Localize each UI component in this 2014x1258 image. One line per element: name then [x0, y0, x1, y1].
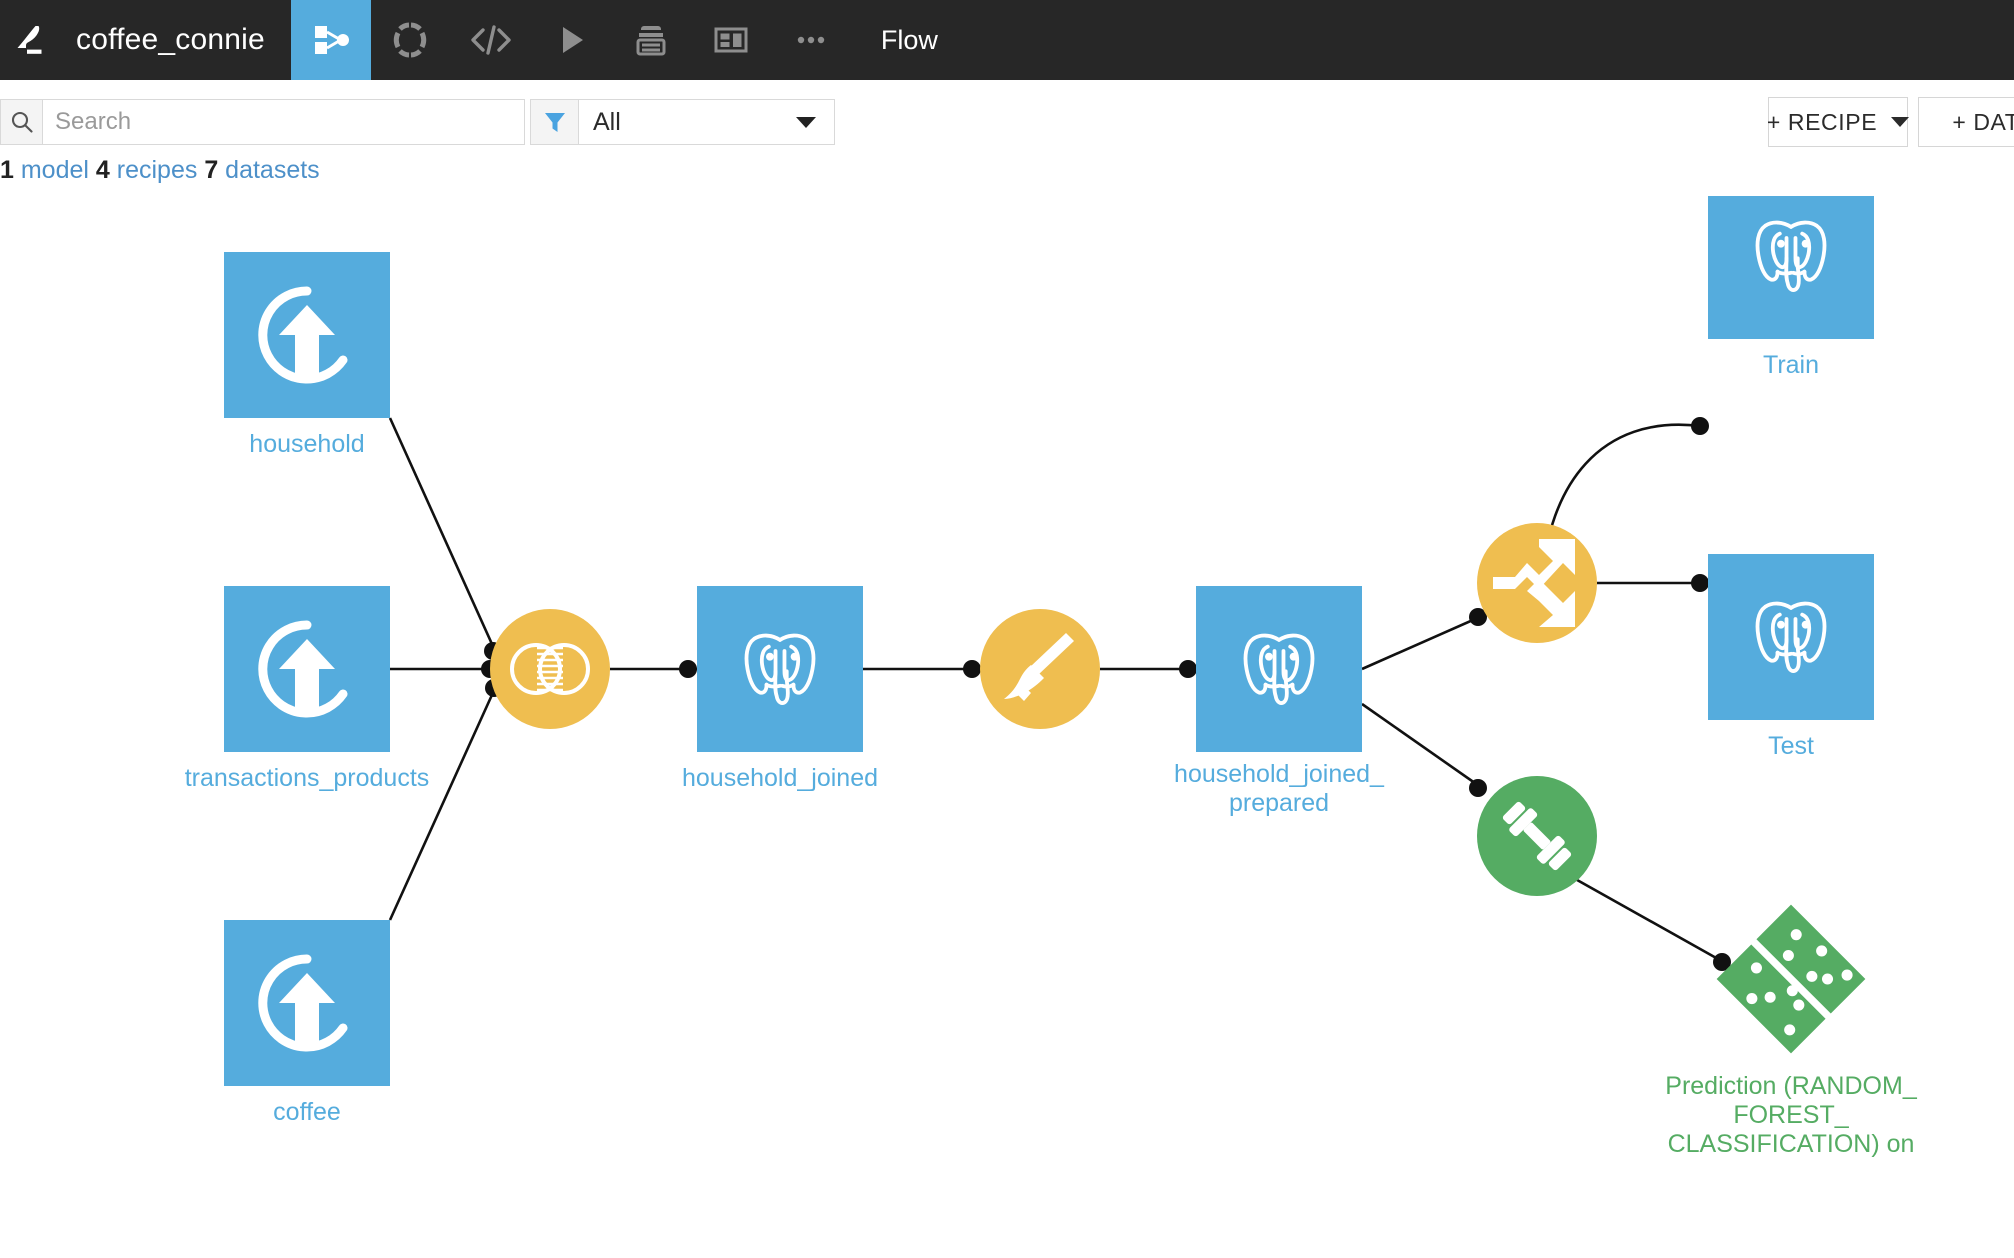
recipe-count: 4 — [95, 156, 110, 184]
recipe-circle[interactable] — [490, 609, 610, 729]
model-count: 1 — [0, 156, 14, 184]
flow-node-join-recipe[interactable] — [490, 609, 610, 729]
dashboard-grid-icon — [714, 27, 748, 53]
flow-node-prepare-recipe[interactable] — [980, 609, 1100, 729]
flow-node-label-transactions-products[interactable]: transactions_products — [185, 764, 430, 793]
upload-dataset-icon — [258, 286, 348, 384]
flow-stats: 1 model 4 recipes 7 datasets — [0, 156, 320, 185]
nav-item-lab[interactable] — [371, 0, 451, 80]
broom-prepare-icon — [1004, 633, 1074, 701]
dataset-tile[interactable] — [1708, 554, 1874, 720]
flow-node-household-joined-prepared[interactable]: household_joined_ prepared — [1174, 586, 1384, 817]
funnel-icon — [544, 113, 565, 132]
recipe-circle[interactable] — [980, 609, 1100, 729]
join-venn-icon — [510, 643, 590, 695]
flow-node-label-household[interactable]: household — [249, 430, 364, 459]
search-icon — [1, 100, 43, 144]
add-recipe-label: + RECIPE — [1766, 108, 1878, 135]
filter-select-box[interactable]: All — [530, 99, 835, 145]
dataiku-logo[interactable] — [0, 0, 62, 80]
dataiku-bird-logo-icon — [17, 26, 42, 54]
nav-item-more[interactable] — [771, 0, 851, 80]
project-title[interactable]: coffee_connie — [62, 0, 291, 80]
filter-funnel-icon — [531, 100, 579, 144]
postgresql-icon — [1755, 220, 1827, 292]
nav-item-automation[interactable] — [611, 0, 691, 80]
flow-node-label-household-joined[interactable]: household_joined — [682, 764, 878, 793]
play-triangle-icon — [562, 27, 583, 53]
flow-branch-icon — [314, 26, 349, 54]
filter-selected-value: All — [593, 107, 621, 136]
flow-node-train-dataset[interactable]: Train — [1708, 196, 1874, 379]
dumbbell-train-icon — [1502, 801, 1572, 871]
flow-node-coffee[interactable]: coffee — [224, 920, 390, 1126]
postgresql-icon — [1243, 633, 1315, 705]
dataset-label[interactable]: datasets — [225, 156, 320, 184]
flow-node-split-recipe[interactable] — [1477, 523, 1597, 643]
flow-node-test-dataset[interactable]: Test — [1708, 554, 1874, 760]
label-line-1: household_joined_ — [1174, 760, 1384, 788]
flow-node-train-recipe[interactable] — [1477, 776, 1597, 896]
dataset-count: 7 — [204, 156, 219, 184]
label-line-2: FOREST_ — [1733, 1100, 1849, 1129]
dataset-tile[interactable] — [1196, 586, 1362, 752]
stack-printer-icon — [636, 26, 666, 56]
split-arrows-icon — [1493, 539, 1575, 627]
search-box[interactable] — [0, 99, 525, 145]
chevron-down-icon — [796, 117, 816, 128]
flow-node-label-test[interactable]: Test — [1768, 732, 1814, 761]
flow-node-label-household-joined-prepared[interactable]: household_joined_ prepared — [1174, 760, 1384, 818]
add-dataset-button[interactable]: + DATA — [1918, 97, 2014, 147]
page-title: Flow — [880, 24, 938, 55]
code-brackets-icon — [471, 25, 511, 55]
flow-node-prediction-model[interactable]: Prediction (RANDOM_ FOREST_ CLASSIFICATI… — [1665, 896, 1917, 1158]
add-recipe-button[interactable]: + RECIPE — [1766, 97, 1910, 147]
domino-model-icon — [1716, 904, 1866, 1054]
nav-item-flow[interactable] — [290, 0, 371, 80]
nav-item-jobs[interactable] — [531, 0, 611, 80]
top-navigation-bar: coffee_connie Flow — [0, 0, 2014, 80]
flow-node-label-train[interactable]: Train — [1763, 351, 1819, 380]
flow-node-transactions-products[interactable]: transactions_products — [185, 586, 429, 792]
dataset-tile[interactable] — [697, 586, 863, 752]
recipe-circle[interactable] — [1477, 523, 1597, 643]
dataset-tile[interactable] — [224, 252, 390, 418]
postgresql-icon — [1755, 601, 1827, 673]
add-dataset-label: + DATA — [1952, 108, 2014, 135]
nav-item-code[interactable] — [451, 0, 531, 80]
ellipsis-icon — [797, 36, 825, 44]
search-magnifier-icon — [11, 111, 33, 133]
dataset-tile[interactable] — [224, 586, 390, 752]
flow-node-household[interactable]: household — [224, 252, 390, 458]
postgresql-icon — [744, 633, 816, 705]
chevron-down-icon — [1891, 117, 1910, 127]
model-label[interactable]: model — [21, 156, 89, 184]
model-diamond-tile[interactable] — [1708, 896, 1874, 1062]
filter-dropdown[interactable]: All — [579, 100, 834, 144]
upload-dataset-icon — [258, 620, 348, 718]
flow-node-label-prediction-model[interactable]: Prediction (RANDOM_ FOREST_ CLASSIFICATI… — [1626, 1072, 1956, 1158]
recipe-label[interactable]: recipes — [117, 156, 198, 184]
flow-node-label-coffee[interactable]: coffee — [273, 1098, 341, 1127]
upload-dataset-icon — [258, 954, 348, 1052]
lab-circle-icon — [393, 22, 426, 58]
dataset-tile[interactable] — [224, 920, 390, 1086]
recipe-circle[interactable] — [1477, 776, 1597, 896]
label-line-1: Prediction (RANDOM_ — [1665, 1072, 1917, 1100]
label-line-2: prepared — [1228, 788, 1330, 817]
dataset-tile[interactable] — [1708, 196, 1874, 339]
flow-canvas[interactable]: household transactions_products coffee h… — [0, 196, 2014, 1258]
flow-node-household-joined[interactable]: household_joined — [682, 586, 878, 792]
nav-item-dashboards[interactable] — [691, 0, 771, 80]
label-line-3: CLASSIFICATION) on — [1667, 1129, 1915, 1158]
search-input[interactable] — [43, 100, 524, 144]
